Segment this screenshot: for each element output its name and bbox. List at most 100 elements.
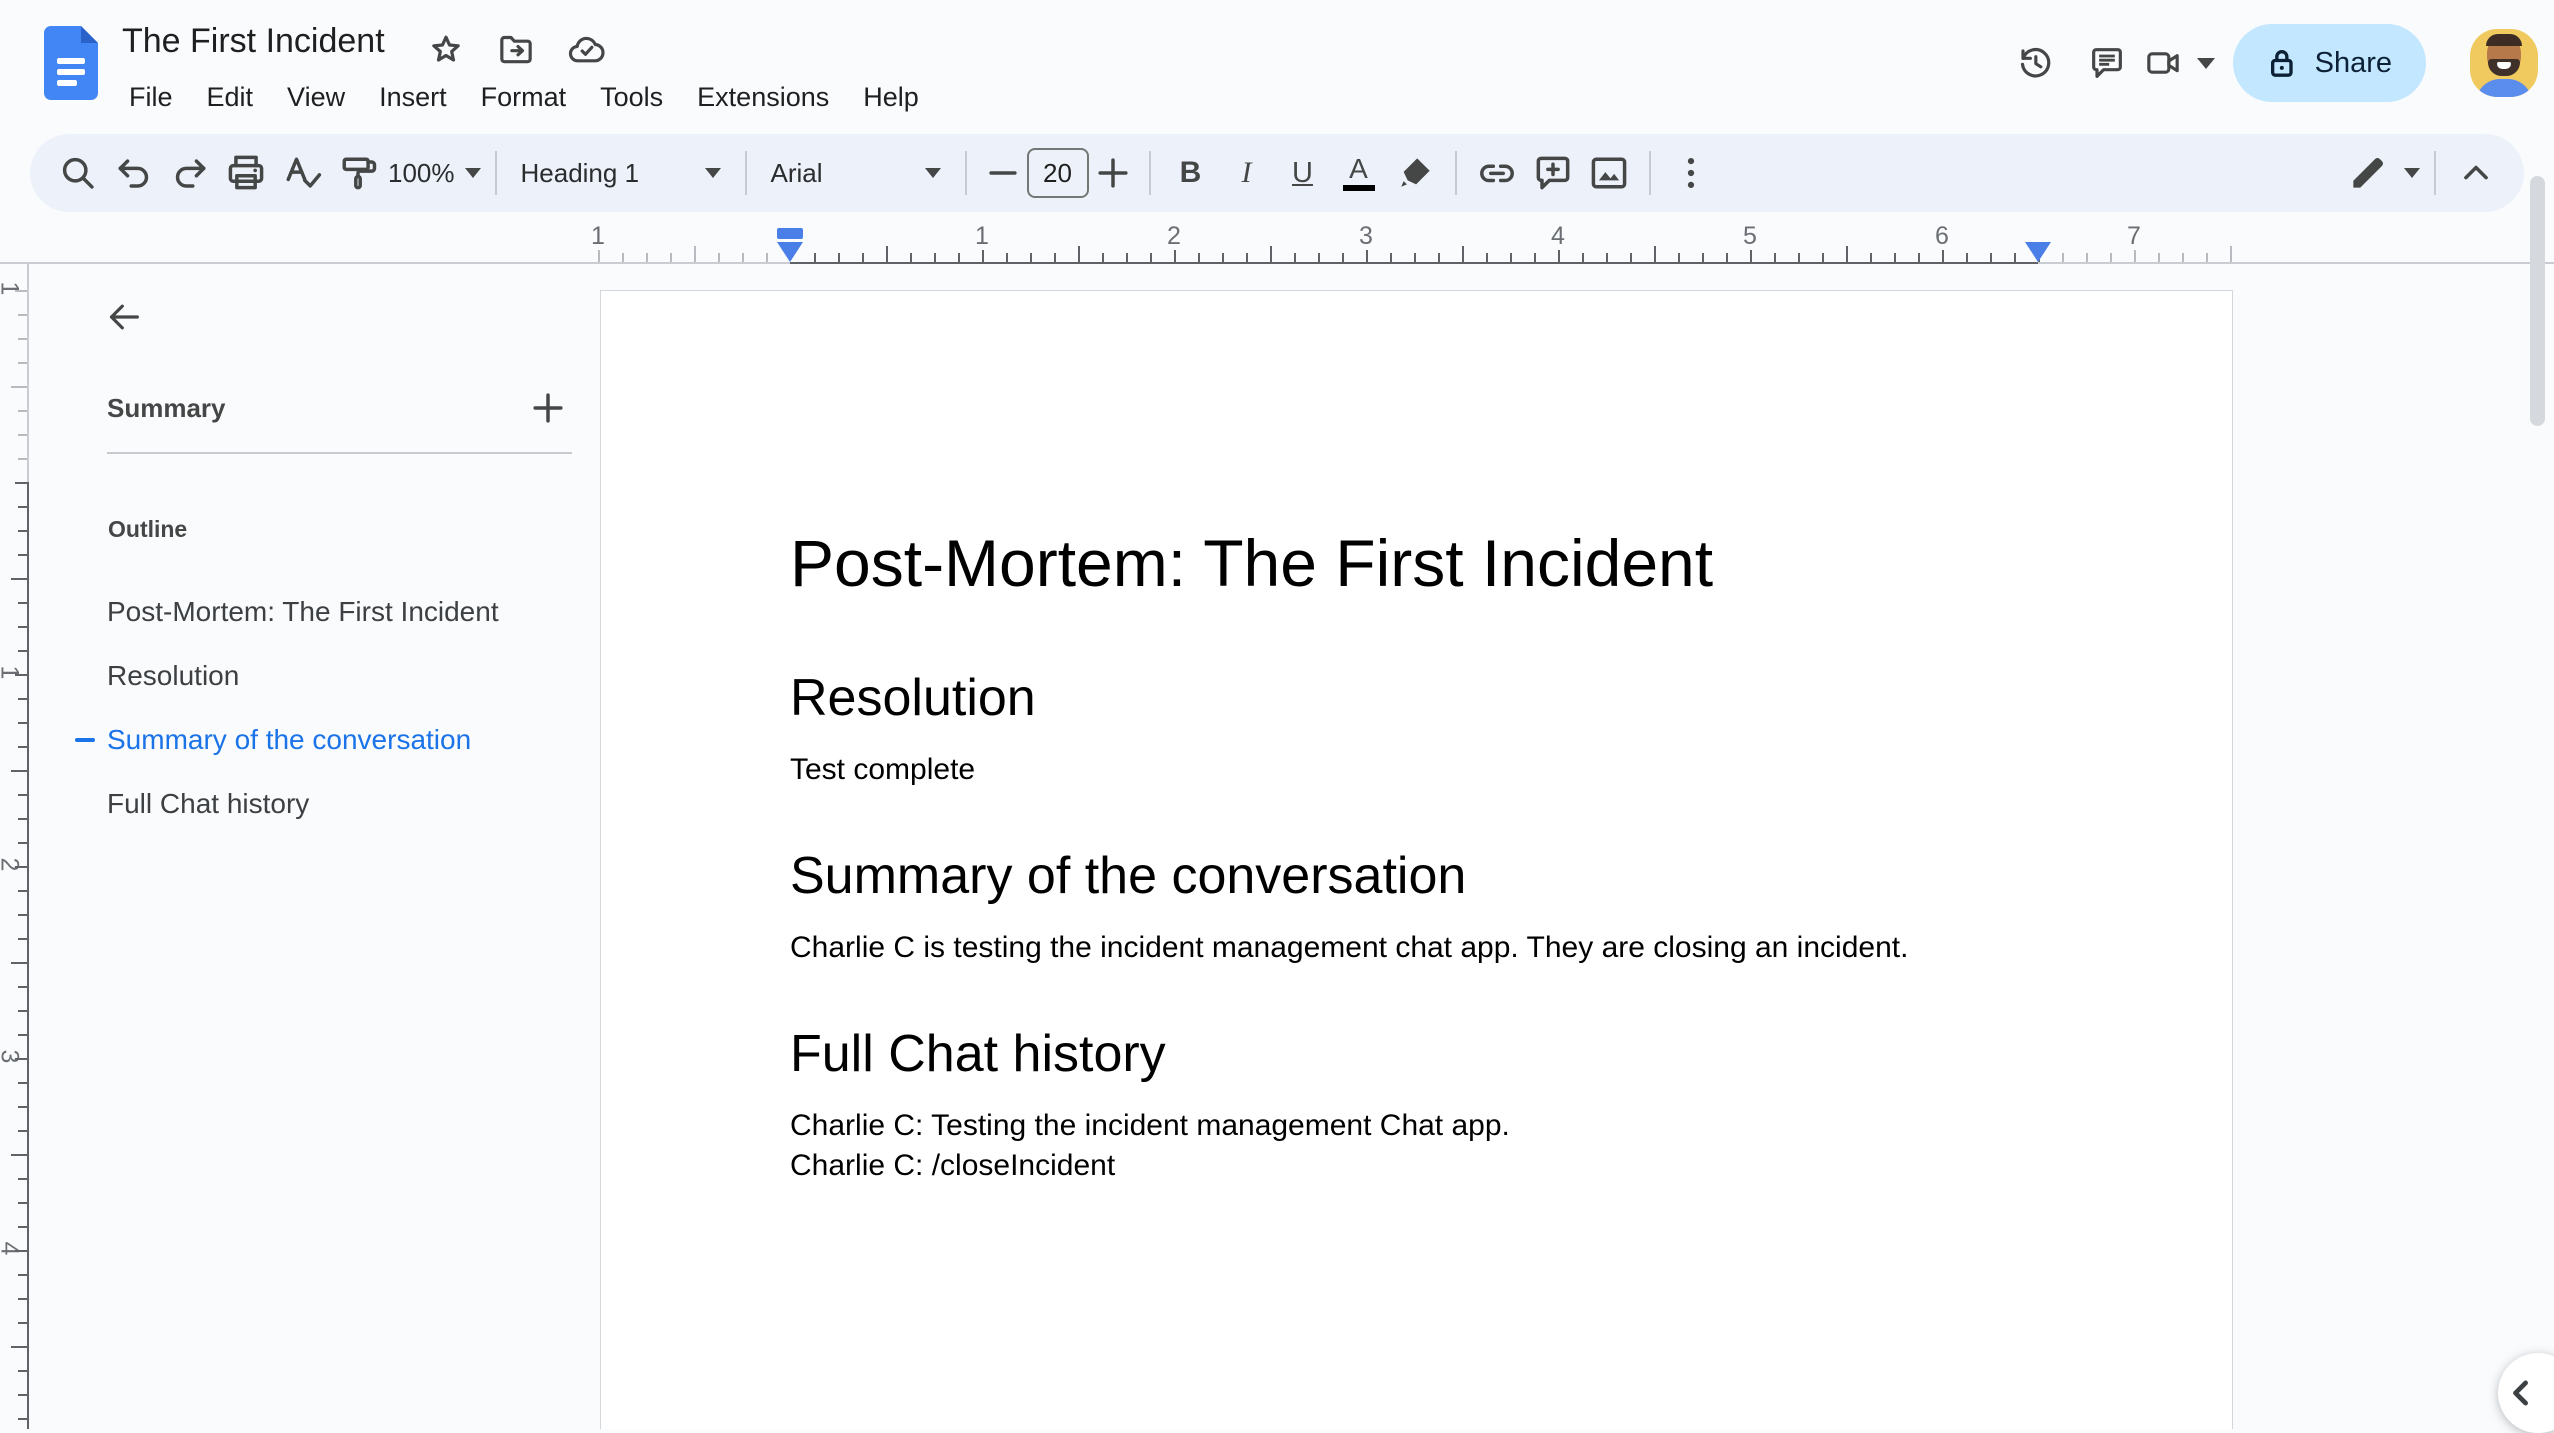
editing-mode-select[interactable] [2346,145,2420,201]
search-menus-button[interactable] [52,145,104,201]
ruler-tick [18,890,27,892]
star-icon [426,30,466,70]
menu-item-help[interactable]: Help [846,76,936,119]
comments-button[interactable] [2071,27,2143,99]
ruler-tick [1846,246,1848,262]
link-icon [1475,151,1519,195]
outline-item-label: Resolution [107,660,240,691]
doc-heading-1[interactable]: Post-Mortem: The First Incident [790,525,2112,601]
highlighter-icon [1393,151,1437,195]
share-button[interactable]: Share [2232,24,2426,102]
italic-button[interactable]: I [1221,145,1273,201]
font-size-input[interactable]: 20 [1026,148,1089,198]
ruler-inch-label: 1 [975,222,989,250]
zoom-select[interactable]: 100% [388,145,481,201]
ruler-tick [11,962,27,964]
account-avatar[interactable] [2470,29,2538,97]
ruler-tick [18,1298,27,1300]
doc-paragraph[interactable]: Charlie C is testing the incident manage… [790,928,2112,968]
undo-button[interactable] [108,145,160,201]
doc-paragraph[interactable]: Test complete [790,750,2112,790]
document-status-button[interactable] [564,28,608,72]
outline-item[interactable]: Resolution [107,644,590,708]
ruler-tick [11,770,27,772]
join-call-button[interactable] [2143,43,2215,83]
ruler-tick [1078,246,1080,262]
move-to-folder-button[interactable] [494,28,538,72]
ruler-tick [15,482,27,484]
ruler-tick [18,1394,27,1396]
insert-image-button[interactable] [1583,145,1635,201]
outline-item[interactable]: Summary of the conversation [75,708,590,772]
paint-format-button[interactable] [332,145,384,201]
horizontal-ruler[interactable]: 1 1 2 3 4 5 6 7 [0,222,2554,264]
menu-item-edit[interactable]: Edit [190,76,271,119]
menu-item-view[interactable]: View [270,76,362,119]
doc-heading-2[interactable]: Resolution [790,668,2112,728]
bold-button[interactable]: B [1165,145,1217,201]
toolbar-divider [1454,151,1457,195]
ruler-tick [11,1154,27,1156]
doc-paragraph[interactable]: Charlie C: Testing the incident manageme… [790,1106,2112,1186]
ruler-tick [934,253,936,262]
font-family-select[interactable]: Arial [761,145,951,201]
ruler-tick [18,338,27,340]
hide-menus-button[interactable] [2450,145,2502,201]
highlight-color-button[interactable] [1389,145,1441,201]
insert-link-button[interactable] [1471,145,1523,201]
insert-image-icon [1587,151,1631,195]
ruler-tick [1006,253,1008,262]
add-comment-button[interactable] [1527,145,1579,201]
doc-heading-2[interactable]: Summary of the conversation [790,846,2112,906]
ruler-tick [15,866,27,868]
show-side-panel-button[interactable] [2498,1353,2554,1433]
outline-item[interactable]: Post-Mortem: The First Incident [107,580,590,644]
google-docs-logo-icon[interactable] [44,26,98,100]
close-outline-button[interactable] [91,284,157,350]
increase-font-size-button[interactable] [1091,145,1135,201]
first-line-indent-marker[interactable] [777,228,803,239]
more-options-button[interactable] [1665,145,1717,201]
ruler-tick [1126,253,1128,262]
menu-item-insert[interactable]: Insert [362,76,464,119]
version-history-button[interactable] [1999,27,2071,99]
ruler-inch-label: 1 [0,276,24,302]
star-button[interactable] [424,28,468,72]
outline-heading: Outline [108,516,188,542]
paragraph-style-select[interactable]: Heading 1 [511,145,731,201]
vertical-scrollbar-thumb[interactable] [2530,176,2545,426]
ruler-inch-label: 4 [1551,222,1565,250]
doc-heading-2[interactable]: Full Chat history [790,1024,2112,1084]
text-color-button[interactable]: A [1333,145,1385,201]
ruler-tick [1534,253,1536,262]
outline-item[interactable]: Full Chat history [107,772,590,836]
menu-item-format[interactable]: Format [464,76,584,119]
ruler-tick [1630,253,1632,262]
ruler-inch-label: 1 [0,660,24,686]
ruler-tick [1486,253,1488,262]
print-button[interactable] [220,145,272,201]
document-page[interactable]: Post-Mortem: The First Incident Resoluti… [600,290,2233,1429]
paint-roller-icon [336,151,380,195]
ruler-tick [1510,253,1512,262]
document-title[interactable]: The First Incident [122,22,385,61]
menu-item-tools[interactable]: Tools [583,76,680,119]
ruler-inch-label: 1 [591,222,605,250]
outline-item-label: Full Chat history [107,788,310,819]
chevron-left-icon [2499,1371,2554,1415]
undo-icon [112,151,156,195]
toolbar-divider [1648,151,1651,195]
chevron-down-icon [464,168,481,178]
vertical-ruler[interactable]: 1 1 2 3 4 [0,264,29,1429]
toolbar-divider [964,151,967,195]
underline-button[interactable]: U [1277,145,1329,201]
redo-button[interactable] [164,145,216,201]
menu-item-file[interactable]: File [112,76,190,119]
spelling-check-button[interactable] [276,145,328,201]
add-summary-button[interactable] [522,382,574,434]
ruler-tick [1342,253,1344,262]
decrease-font-size-button[interactable] [981,145,1025,201]
spellcheck-icon [280,151,324,195]
document-body[interactable]: Post-Mortem: The First Incident Resoluti… [790,291,2112,1186]
menu-item-extensions[interactable]: Extensions [680,76,846,119]
